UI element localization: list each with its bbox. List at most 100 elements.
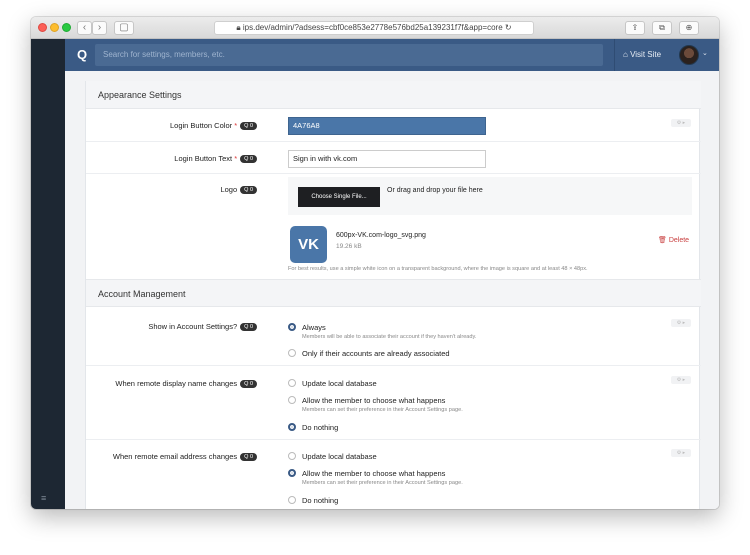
address-bar[interactable]: 🔒︎ ips.dev/admin/?adsess=cbf0ce853e2778e… [214, 21, 534, 35]
divider [86, 439, 701, 440]
field-label: Logo [220, 185, 238, 194]
radio-unselected[interactable] [288, 349, 296, 357]
radio-update-local[interactable]: Update local database [288, 379, 377, 388]
sidebar-toggle-icon[interactable]: ▢ [114, 21, 134, 35]
visit-site-label: Visit Site [630, 50, 662, 59]
lock-icon: 🔒︎ [236, 23, 241, 32]
login-button-text-label: Login Button Text * Q 0 [174, 154, 257, 164]
settings-panel: Appearance Settings Login Button Color *… [85, 81, 701, 509]
radio-allow-member[interactable]: Allow the member to choose what happens [288, 469, 445, 478]
radio-selected[interactable] [288, 323, 296, 331]
close-window-button[interactable] [38, 23, 47, 32]
avatar[interactable] [679, 45, 699, 65]
search-badge: Q 0 [240, 323, 257, 332]
radio-unselected[interactable] [288, 496, 296, 504]
main-content: Appearance Settings Login Button Color *… [65, 71, 719, 509]
section-account: Account Management [86, 279, 701, 307]
radio-label: Allow the member to choose what happens [302, 396, 446, 405]
browser-window: ‹ › ▢ 🔒︎ ips.dev/admin/?adsess=cbf0ce853… [31, 17, 719, 509]
radio-description: Members will be able to associate their … [302, 334, 477, 340]
divider [86, 173, 701, 174]
minimize-window-button[interactable] [50, 23, 59, 32]
search-badge: Q 0 [240, 453, 257, 462]
reload-icon[interactable]: ↻ [505, 23, 512, 32]
url-host: ips.dev [242, 23, 269, 32]
delete-label: Delete [668, 237, 690, 244]
section-appearance: Appearance Settings [86, 81, 701, 109]
gear-icon[interactable]: ⚙ ▸ [671, 319, 691, 327]
search-icon[interactable]: Q [77, 47, 87, 62]
field-label: Show in Account Settings? [148, 322, 238, 331]
radio-only-associated[interactable]: Only if their accounts are already assoc… [288, 349, 450, 358]
radio-description: Members can set their preference in thei… [302, 407, 463, 413]
radio-label: Do nothing [302, 423, 339, 432]
chevron-down-icon[interactable]: ⌄ [702, 49, 708, 57]
badge-count: 0 [249, 187, 253, 194]
radio-label: Update local database [302, 452, 377, 461]
file-name: 600px-VK.com-logo_svg.png [336, 232, 426, 239]
badge-count: 0 [249, 156, 253, 163]
file-size: 19.26 kB [336, 243, 362, 250]
field-label: Login Button Color [169, 121, 233, 130]
choose-file-button[interactable]: Choose Single File... [298, 187, 380, 207]
radio-label: Update local database [302, 379, 377, 388]
trash-icon: 🗑︎ [658, 237, 667, 244]
downloads-icon[interactable]: ⊕ [679, 21, 699, 35]
menu-icon[interactable]: ≡ [41, 493, 46, 503]
radio-always[interactable]: Always [288, 323, 326, 332]
divider [86, 141, 701, 142]
radio-allow-member[interactable]: Allow the member to choose what happens [288, 396, 445, 405]
logo-hint: For best results, use a simple white ico… [288, 266, 588, 272]
display-name-change-label: When remote display name changes Q 0 [115, 379, 257, 389]
radio-update-local[interactable]: Update local database [288, 452, 377, 461]
radio-label: Only if their accounts are already assoc… [302, 349, 450, 358]
radio-do-nothing[interactable]: Do nothing [288, 496, 338, 505]
radio-do-nothing[interactable]: Do nothing [288, 423, 338, 432]
badge-count: 0 [249, 454, 253, 461]
required-marker: * [234, 121, 238, 130]
radio-label: Do nothing [302, 496, 339, 505]
divider [86, 365, 701, 366]
field-label: When remote email address changes [112, 452, 238, 461]
login-button-color-input[interactable]: 4A76A8 [288, 117, 486, 135]
field-label: When remote display name changes [115, 379, 238, 388]
gear-icon[interactable]: ⚙ ▸ [671, 376, 691, 384]
radio-selected[interactable] [288, 423, 296, 431]
home-icon: ⌂ [623, 50, 628, 59]
gear-icon[interactable]: ⚙ ▸ [671, 119, 691, 127]
zoom-window-button[interactable] [62, 23, 71, 32]
url-path: /admin/?adsess=cbf0ce853e2778e576bd25a13… [268, 23, 503, 32]
back-icon[interactable]: ‹ [77, 21, 92, 35]
search-badge: Q 0 [240, 122, 257, 131]
visit-site-link[interactable]: ⌂ Visit Site [614, 39, 661, 71]
delete-file-button[interactable]: 🗑︎ Delete [658, 236, 689, 244]
browser-titlebar: ‹ › ▢ 🔒︎ ips.dev/admin/?adsess=cbf0ce853… [31, 17, 719, 39]
radio-unselected[interactable] [288, 396, 296, 404]
logo-dropzone[interactable]: Choose Single File... Or drag and drop y… [288, 177, 692, 215]
email-change-label: When remote email address changes Q 0 [112, 452, 257, 462]
login-button-text-input[interactable]: Sign in with vk.com [288, 150, 486, 168]
drop-hint: Or drag and drop your file here [387, 187, 483, 194]
show-in-account-label: Show in Account Settings? Q 0 [148, 322, 257, 332]
share-icon[interactable]: ⇪ [625, 21, 645, 35]
search-badge: Q 0 [240, 155, 257, 164]
badge-count: 0 [249, 381, 253, 388]
forward-icon[interactable]: › [92, 21, 107, 35]
required-marker: * [234, 154, 238, 163]
login-button-color-label: Login Button Color * Q 0 [169, 121, 257, 131]
tabs-icon[interactable]: ⧉ [652, 21, 672, 35]
admin-topbar: Q Search for settings, members, etc. ⌂ V… [65, 39, 719, 71]
logo-label: Logo Q 0 [220, 185, 257, 195]
admin-sidebar: ≡ [31, 39, 65, 509]
search-input[interactable]: Search for settings, members, etc. [95, 44, 603, 66]
radio-unselected[interactable] [288, 379, 296, 387]
search-badge: Q 0 [240, 380, 257, 389]
gear-icon[interactable]: ⚙ ▸ [671, 449, 691, 457]
radio-unselected[interactable] [288, 452, 296, 460]
radio-selected[interactable] [288, 469, 296, 477]
radio-label: Always [302, 323, 326, 332]
field-label: Login Button Text [174, 154, 233, 163]
radio-description: Members can set their preference in thei… [302, 480, 463, 486]
badge-count: 0 [249, 324, 253, 331]
vk-logo-thumbnail: VK [290, 226, 327, 263]
